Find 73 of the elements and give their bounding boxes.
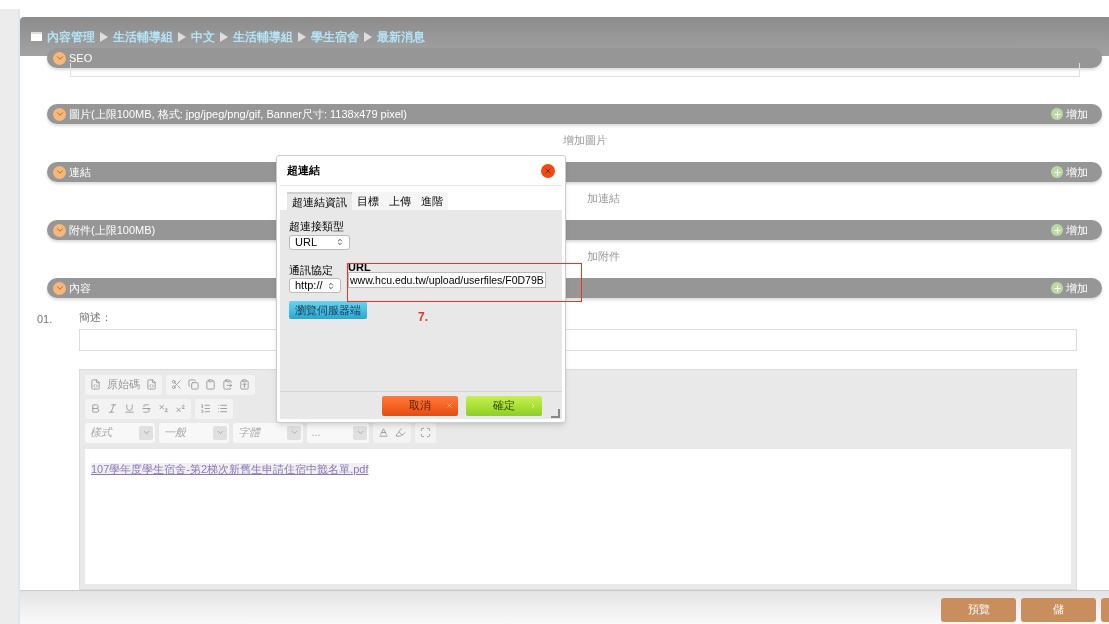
add-button[interactable]: 增加 <box>1051 279 1088 297</box>
empty-hint: 增加圖片 <box>563 133 607 148</box>
strikethrough-icon[interactable] <box>141 403 152 414</box>
maximize-icon[interactable] <box>420 427 431 438</box>
dialog-tab[interactable]: 超連結資訊 <box>287 192 352 210</box>
protocol-select[interactable]: http:// <box>289 278 341 293</box>
resize-grip-icon <box>551 409 560 418</box>
dialog-title: 超連結 <box>287 163 320 179</box>
summary-label: 簡述： <box>79 310 112 325</box>
text-color-icon[interactable] <box>378 427 389 438</box>
plus-icon <box>1051 282 1063 294</box>
action-button[interactable]: 儲 <box>1021 597 1096 622</box>
section-title: 圖片(上限100MB, 格式: jpg/jpeg/png/gif, Banner尺寸: 1138x479 pixel) <box>69 106 407 122</box>
paste-word-icon[interactable] <box>239 379 250 390</box>
cut-icon[interactable] <box>171 379 182 390</box>
close-icon <box>544 166 552 175</box>
paste-text-icon[interactable] <box>222 379 233 390</box>
plus-icon <box>1051 166 1063 178</box>
empty-hint: 加連結 <box>587 191 620 206</box>
subscript-icon[interactable] <box>158 403 169 414</box>
add-button[interactable]: 增加 <box>1051 163 1088 181</box>
section-title: 連結 <box>69 164 91 180</box>
close-button[interactable] <box>541 163 555 178</box>
breadcrumb-link[interactable]: 生活輔導組 <box>233 27 293 46</box>
section-header-bar[interactable]: SEO <box>47 48 1102 68</box>
url-input[interactable]: www.hcu.edu.tw/upload/userfiles/F0D79B <box>348 271 546 288</box>
copy-icon[interactable] <box>188 379 199 390</box>
cancel-button[interactable]: 取消 <box>382 395 458 416</box>
document-icon[interactable] <box>146 379 157 390</box>
dialog-tab[interactable]: 上傳 <box>384 192 416 210</box>
section-title: 附件(上限100MB) <box>69 222 156 238</box>
empty-hint: 加附件 <box>587 249 620 264</box>
breadcrumb-link[interactable]: 學生宿舍 <box>311 27 359 46</box>
italic-icon[interactable] <box>107 403 118 414</box>
browse-server-button[interactable]: 瀏覽伺服器端 <box>289 301 367 319</box>
select-arrows-icon <box>327 281 335 290</box>
annotation-label: 7. <box>418 309 428 326</box>
highlight-icon[interactable] <box>395 427 406 438</box>
action-button[interactable]: 預覽 <box>941 597 1016 622</box>
dialog-tab[interactable]: 進階 <box>416 192 448 210</box>
format-dropdown[interactable]: ... <box>307 422 369 443</box>
plus-icon <box>1051 108 1063 120</box>
section-title: SEO <box>69 50 93 66</box>
ok-button[interactable]: 確定 <box>466 395 542 416</box>
bold-icon[interactable] <box>90 403 101 414</box>
file-link[interactable]: 107學年度學生宿舍-第2梯次新舊生申請住宿中籤名單.pdf <box>91 462 369 475</box>
link-type-select[interactable]: URL <box>289 234 350 250</box>
format-dropdown[interactable]: 樣式 <box>85 422 155 443</box>
breadcrumb-link[interactable]: 最新消息 <box>377 27 425 46</box>
item-number: 01. <box>37 312 54 327</box>
numbered-list-icon[interactable] <box>200 403 211 414</box>
section-title: 內容 <box>69 280 91 296</box>
superscript-icon[interactable] <box>175 403 186 414</box>
field-label: 通訊協定 <box>289 262 334 278</box>
section-header-bar[interactable]: 圖片(上限100MB, 格式: jpg/jpeg/png/gif, Banner尺寸: 1138x479 pixel) 增加 <box>47 104 1102 124</box>
source-icon[interactable] <box>90 379 101 390</box>
breadcrumb-link[interactable]: 內容管理 <box>47 27 95 46</box>
plus-icon <box>1051 224 1063 236</box>
window-icon <box>31 32 42 41</box>
format-dropdown[interactable]: 字體 <box>233 422 303 443</box>
dialog-tab[interactable]: 目標 <box>352 192 384 210</box>
chevron-right-icon <box>529 401 537 410</box>
field-label: 超連接類型 <box>289 219 345 234</box>
bulleted-list-icon[interactable] <box>217 403 228 414</box>
add-button[interactable]: 增加 <box>1051 221 1088 239</box>
select-arrows-icon <box>336 238 344 246</box>
breadcrumb-link[interactable]: 中文 <box>191 27 215 46</box>
underline-icon[interactable] <box>124 403 135 414</box>
add-button[interactable]: 增加 <box>1051 105 1088 123</box>
paste-icon[interactable] <box>205 379 216 390</box>
seo-field[interactable] <box>70 63 1080 77</box>
breadcrumb-link[interactable]: 生活輔導組 <box>113 27 173 46</box>
close-icon <box>446 402 453 409</box>
